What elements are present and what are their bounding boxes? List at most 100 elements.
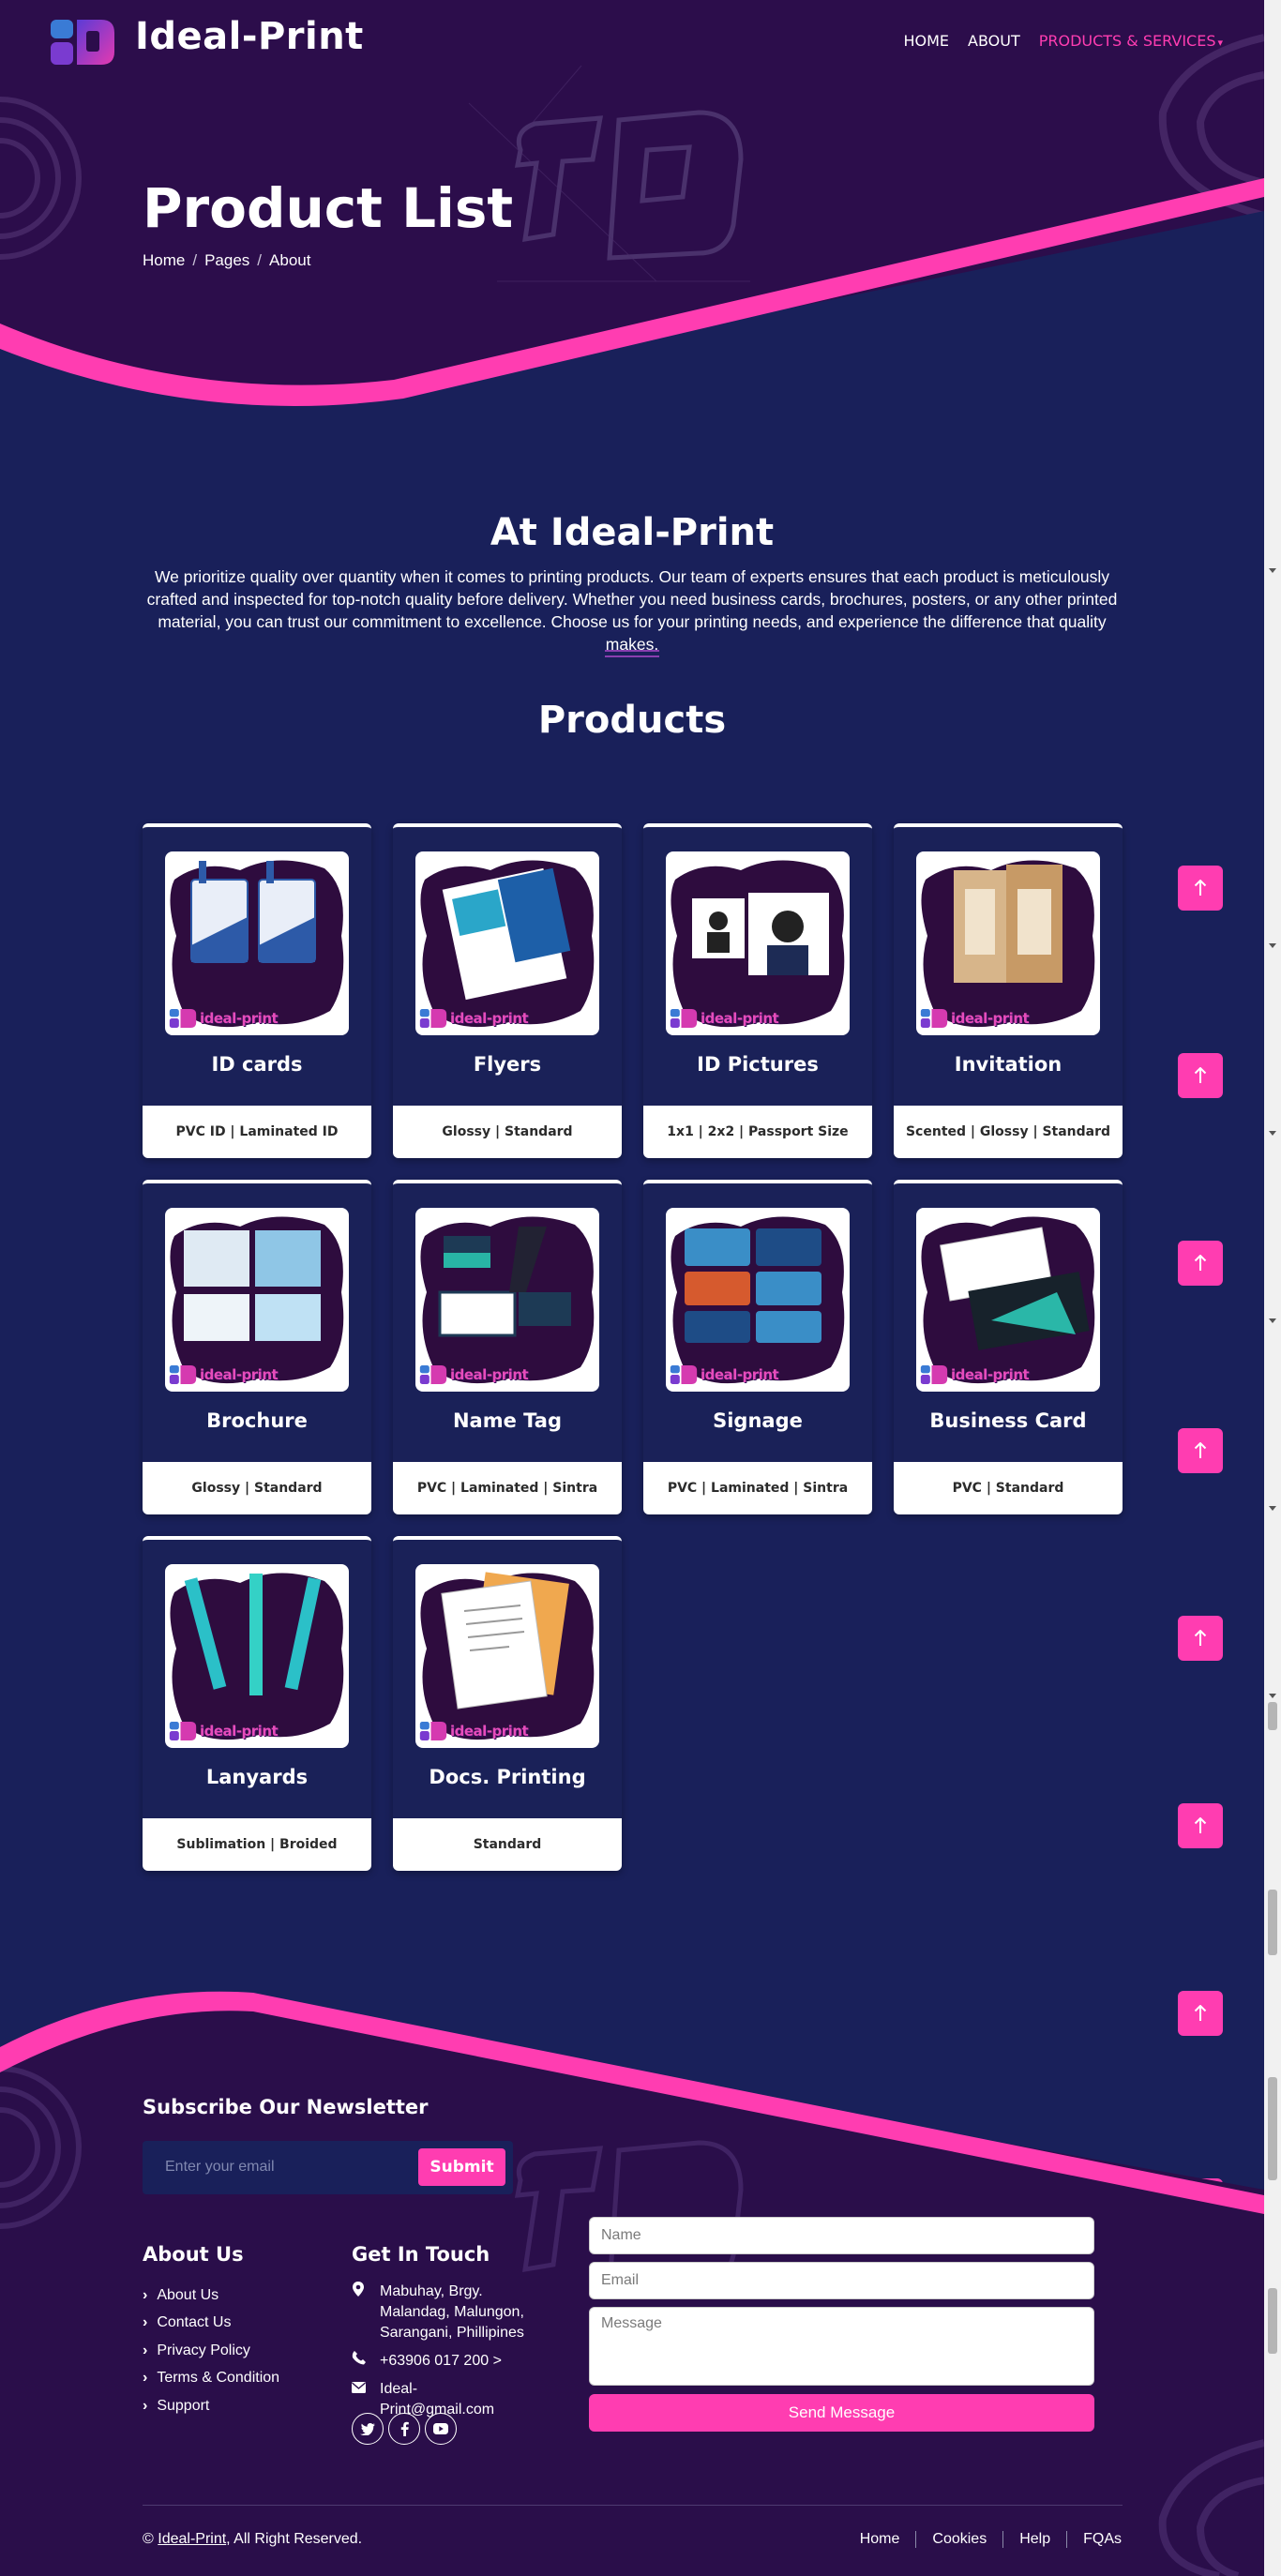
scroll-arrow-icon (1269, 1131, 1276, 1136)
footer-link-contact-us[interactable]: Contact Us (143, 2310, 279, 2338)
contact-info: Mabuhay, Brgy. Malandag, Malungon, Saran… (352, 2282, 530, 2428)
breadcrumb-home[interactable]: Home (143, 251, 185, 270)
social-links (352, 2413, 457, 2445)
contact-message-input[interactable] (589, 2307, 1094, 2386)
hero-section: Ideal-Print HOME ABOUT PRODUCTS & SERVIC… (0, 0, 1264, 459)
id-picture-image: ideal-print (666, 851, 850, 1035)
footer-bottom-links: Home Cookies Help FQAs (844, 2531, 1122, 2548)
watermark-logo: ideal-print (670, 1007, 779, 1030)
invitation-image: ideal-print (916, 851, 1100, 1035)
footer-bottom-cookies[interactable]: Cookies (915, 2531, 1002, 2548)
page-scrollbar[interactable] (1264, 0, 1281, 2576)
nav-menu: HOME ABOUT PRODUCTS & SERVICES (903, 32, 1223, 50)
facebook-icon[interactable] (388, 2413, 420, 2445)
phone-text[interactable]: +63906 017 200 > (380, 2351, 502, 2372)
back-to-top-button[interactable] (1178, 1616, 1223, 1661)
intro-text: We prioritize quality over quantity when… (146, 567, 1118, 654)
product-name: Lanyards (205, 1766, 309, 1788)
breadcrumb-pages[interactable]: Pages (204, 251, 249, 270)
scroll-arrow-icon (1269, 1318, 1276, 1323)
product-name: Brochure (206, 1409, 308, 1432)
product-name: Business Card (929, 1409, 1087, 1432)
product-options: Glossy | Standard (143, 1462, 371, 1514)
product-name: ID cards (211, 1053, 303, 1076)
copyright: © Ideal-Print, All Right Reserved. (143, 2531, 362, 2548)
back-to-top-button[interactable] (1178, 1241, 1223, 1286)
product-options: Glossy | Standard (393, 1106, 622, 1158)
phone-row: +63906 017 200 > (352, 2351, 530, 2372)
arrow-up-icon (1194, 880, 1207, 896)
product-options: PVC | Laminated | Sintra (643, 1462, 872, 1514)
footer-link-terms[interactable]: Terms & Condition (143, 2365, 279, 2393)
product-name: Flyers (473, 1053, 542, 1076)
product-options: PVC | Standard (894, 1462, 1123, 1514)
back-to-top-button[interactable] (1178, 1803, 1223, 1848)
back-to-top-button[interactable] (1178, 866, 1223, 911)
product-card[interactable]: ideal-print Brochure Glossy | Standard (143, 1180, 371, 1514)
footer-bottom-help[interactable]: Help (1002, 2531, 1066, 2548)
arrow-up-icon (1194, 1817, 1207, 1833)
arrow-up-icon (1194, 1630, 1207, 1646)
breadcrumb-about: About (269, 251, 311, 269)
footer-bottom-home[interactable]: Home (844, 2531, 916, 2548)
watermark-text: ideal-print (450, 1010, 529, 1027)
back-to-top-button[interactable] (1178, 1053, 1223, 1098)
phone-icon (352, 2351, 372, 2372)
scroll-thumb[interactable] (1268, 2288, 1277, 2354)
watermark-logo: ideal-print (169, 1363, 279, 1386)
id-card-image: ideal-print (165, 851, 349, 1035)
scroll-arrow-icon (1269, 943, 1276, 948)
product-card[interactable]: ideal-print Business Card PVC | Standard (894, 1180, 1123, 1514)
page-title: Product List (143, 176, 514, 240)
product-name: Name Tag (452, 1409, 562, 1432)
footer-divider (143, 2505, 1123, 2506)
brand-logo-icon[interactable] (49, 16, 116, 68)
footer-link-support[interactable]: Support (143, 2392, 279, 2420)
product-card[interactable]: ideal-print Name Tag PVC | Laminated | Sin… (393, 1180, 622, 1514)
watermark-text: ideal-print (450, 1366, 529, 1383)
copyright-brand-link[interactable]: Ideal-Print (158, 2531, 226, 2547)
nav-home[interactable]: HOME (903, 32, 949, 50)
newsletter-email-input[interactable] (152, 2148, 414, 2186)
address-text: Mabuhay, Brgy. Malandag, Malungon, Saran… (380, 2283, 524, 2341)
watermark-text: ideal-print (701, 1010, 779, 1027)
watermark-text: ideal-print (450, 1723, 529, 1740)
product-card[interactable]: ideal-print Lanyards Sublimation | Broided (143, 1536, 371, 1871)
product-card[interactable]: ideal-print Signage PVC | Laminated | Sint… (643, 1180, 872, 1514)
watermark-text: ideal-print (200, 1010, 279, 1027)
product-card[interactable]: ideal-print Docs. Printing Standard (393, 1536, 622, 1871)
newsletter-submit-button[interactable]: Submit (418, 2148, 505, 2186)
brand-name[interactable]: Ideal-Print (135, 15, 364, 58)
footer-bottom-faqs[interactable]: FQAs (1066, 2531, 1122, 2548)
back-to-top-button[interactable] (1178, 1428, 1223, 1473)
product-options: Sublimation | Broided (143, 1818, 371, 1871)
product-card[interactable]: ideal-print Invitation Scented | Glossy | … (894, 823, 1123, 1158)
watermark-text: ideal-print (701, 1366, 779, 1383)
watermark-logo: ideal-print (419, 1363, 529, 1386)
breadcrumb: Home / Pages / About (143, 251, 310, 270)
product-name: Docs. Printing (429, 1766, 586, 1788)
product-card[interactable]: ideal-print ID cards PVC ID | Laminated ID (143, 823, 371, 1158)
scroll-arrow-icon (1269, 1694, 1276, 1698)
youtube-icon[interactable] (425, 2413, 457, 2445)
nav-about[interactable]: ABOUT (968, 32, 1020, 50)
scroll-thumb[interactable] (1268, 1702, 1277, 1730)
contact-email-input[interactable] (589, 2262, 1094, 2299)
scroll-thumb[interactable] (1268, 2077, 1277, 2180)
footer-link-privacy-policy[interactable]: Privacy Policy (143, 2337, 279, 2365)
watermark-logo: ideal-print (419, 1007, 529, 1030)
document-image: ideal-print (415, 1564, 599, 1748)
send-message-button[interactable]: Send Message (589, 2394, 1094, 2432)
watermark-text: ideal-print (200, 1723, 279, 1740)
product-card[interactable]: ideal-print ID Pictures 1x1 | 2x2 | Passpo… (643, 823, 872, 1158)
watermark-text: ideal-print (200, 1366, 279, 1383)
nav-products-dropdown[interactable]: PRODUCTS & SERVICES (1039, 32, 1223, 50)
arrow-up-icon (1194, 1067, 1207, 1083)
twitter-icon[interactable] (352, 2413, 384, 2445)
products-title: Products (537, 699, 727, 742)
contact-name-input[interactable] (589, 2217, 1094, 2254)
product-card[interactable]: ideal-print Flyers Glossy | Standard (393, 823, 622, 1158)
scroll-thumb[interactable] (1268, 1890, 1277, 1955)
footer-link-about-us[interactable]: About Us (143, 2282, 279, 2310)
newsletter-form: Submit (143, 2141, 513, 2194)
